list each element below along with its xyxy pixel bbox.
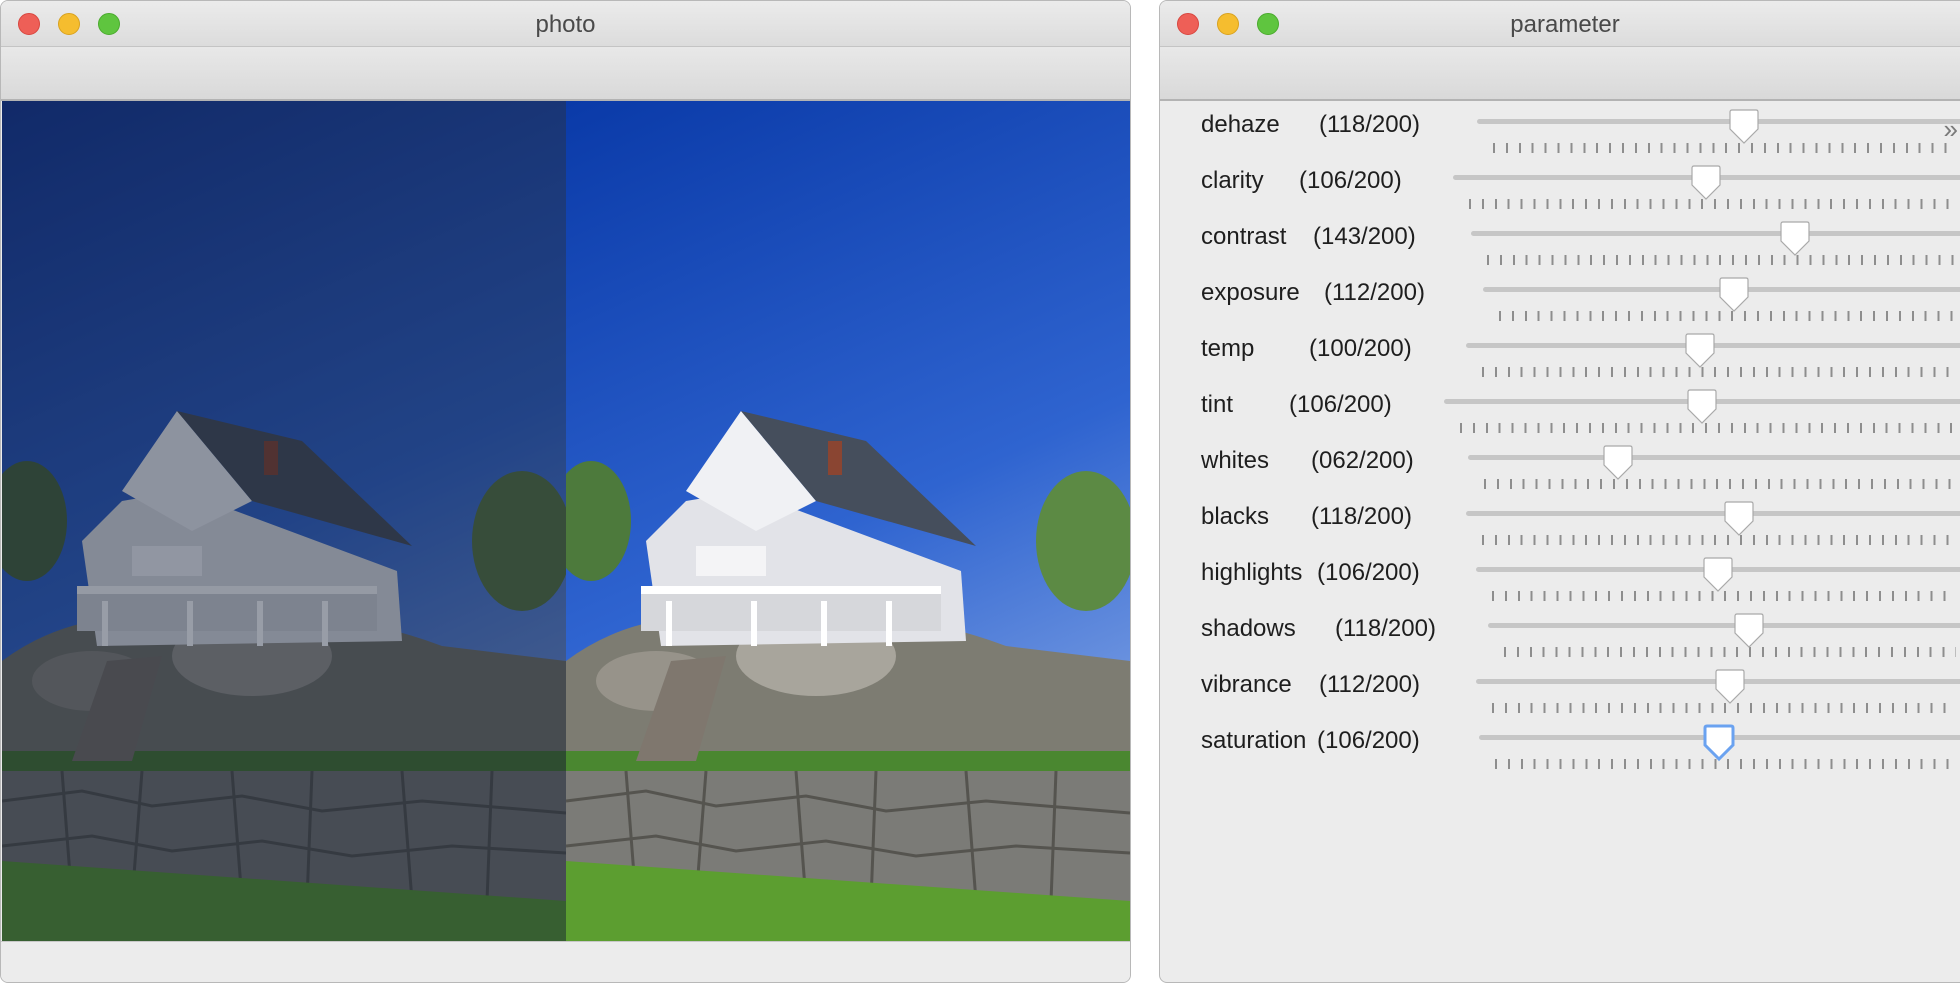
parameter-label: dehaze [1201, 111, 1280, 138]
slider-thumb-shadows[interactable] [1733, 611, 1765, 651]
parameter-label: clarity [1201, 167, 1264, 194]
parameter-window: parameter » dehaze (118/200) clarity (106/2… [1159, 0, 1960, 983]
slider-thumb-whites[interactable] [1602, 443, 1634, 483]
slider-track-whites[interactable] [1468, 455, 1960, 460]
slider-track-shadows[interactable] [1488, 623, 1960, 628]
parameter-label: blacks [1201, 503, 1270, 530]
parameter-value: (106/200) [1317, 727, 1420, 754]
parameter-value: (106/200) [1317, 559, 1420, 586]
slider-thumb-blacks[interactable] [1723, 499, 1755, 539]
slider-thumb-highlights[interactable] [1702, 555, 1734, 595]
parameter-label: vibrance [1201, 671, 1292, 698]
parameter-titlebar[interactable]: parameter [1160, 1, 1960, 47]
parameter-value: (118/200) [1335, 615, 1436, 642]
house-photo-enhanced-icon [566, 101, 1130, 942]
parameter-value: (143/200) [1313, 223, 1416, 250]
parameter-label: saturation [1201, 727, 1307, 754]
parameter-label: shadows [1201, 615, 1296, 642]
parameter-value: (106/200) [1289, 391, 1392, 418]
slider-thumb-tint[interactable] [1686, 387, 1718, 427]
parameter-label: exposure [1201, 279, 1300, 306]
parameter-value: (118/200) [1311, 503, 1412, 530]
parameter-label: highlights [1201, 559, 1303, 586]
slider-track-contrast[interactable] [1471, 231, 1960, 236]
photo-before [2, 101, 566, 942]
parameter-row-saturation: saturation (106/200) [1160, 707, 1960, 777]
parameter-value: (106/200) [1299, 167, 1402, 194]
photo-canvas[interactable] [2, 101, 1130, 942]
slider-thumb-contrast[interactable] [1779, 219, 1811, 259]
slider-thumb-clarity[interactable] [1690, 163, 1722, 203]
photo-statusbar [1, 941, 1130, 982]
parameter-value: (062/200) [1311, 447, 1414, 474]
parameter-value: (100/200) [1309, 335, 1412, 362]
house-photo-icon [2, 101, 566, 942]
window-title: photo [535, 11, 596, 38]
photo-toolbar [1, 47, 1130, 101]
slider-thumb-exposure[interactable] [1718, 275, 1750, 315]
slider-thumb-saturation[interactable] [1703, 723, 1735, 763]
slider-track-dehaze[interactable] [1477, 119, 1960, 124]
photo-window: photo [0, 0, 1131, 983]
parameter-value: (112/200) [1324, 279, 1425, 306]
parameter-label: whites [1201, 447, 1270, 474]
slider-thumb-vibrance[interactable] [1714, 667, 1746, 707]
parameter-label: temp [1201, 335, 1255, 362]
slider-thumb-temp[interactable] [1684, 331, 1716, 371]
parameter-value: (112/200) [1319, 671, 1420, 698]
photo-after [566, 101, 1130, 942]
parameter-label: tint [1201, 391, 1234, 418]
parameter-label: contrast [1201, 223, 1287, 250]
parameter-value: (118/200) [1319, 111, 1420, 138]
window-title: parameter [1510, 11, 1620, 38]
slider-thumb-dehaze[interactable] [1728, 107, 1760, 147]
photo-titlebar[interactable]: photo [1, 1, 1130, 47]
slider-track-blacks[interactable] [1466, 511, 1960, 516]
